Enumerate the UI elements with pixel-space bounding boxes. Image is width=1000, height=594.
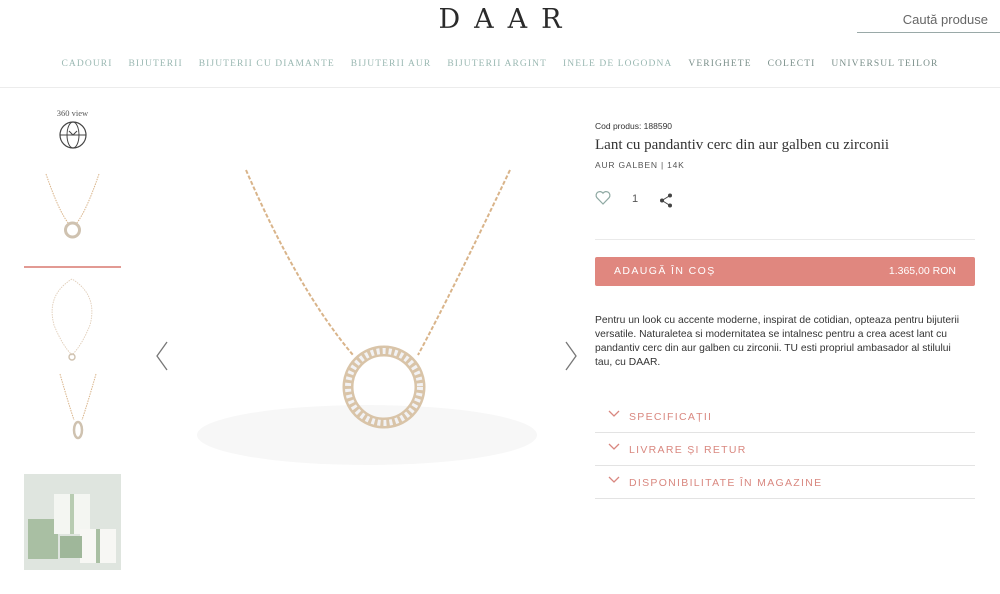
- heart-icon[interactable]: [595, 190, 611, 205]
- view-360-button[interactable]: 360 view: [24, 108, 121, 154]
- accordion-livrare-retur[interactable]: LIVRARE ȘI RETUR: [595, 433, 975, 466]
- accordion-label: SPECIFICAȚII: [629, 411, 713, 423]
- thumbnail-front[interactable]: [24, 172, 121, 268]
- thumbnail-full-chain[interactable]: [24, 275, 121, 371]
- chevron-down-icon: [608, 410, 620, 417]
- nav-item-verighete[interactable]: Verighete: [680, 59, 759, 69]
- necklace-full-image: [51, 278, 93, 361]
- accordion-label: LIVRARE ȘI RETUR: [629, 444, 747, 456]
- nav-item-cadouri[interactable]: Cadouri: [54, 59, 121, 69]
- necklace-front-image: [45, 173, 100, 239]
- product-title: Lant cu pandantiv cerc din aur galben cu…: [595, 137, 890, 153]
- product-actions: 1: [595, 190, 975, 240]
- chevron-down-icon: [608, 476, 620, 483]
- nav-item-inele-logodna[interactable]: Inele de logodna: [555, 59, 680, 69]
- site-header: DAAR Cadouri Bijuterii Bijuterii cu diam…: [0, 0, 1000, 88]
- nav-item-bijuterii-aur[interactable]: Bijuterii aur: [343, 59, 440, 69]
- product-main-image: [197, 169, 537, 465]
- chevron-down-icon: [608, 443, 620, 450]
- search-input[interactable]: [857, 6, 1000, 32]
- accordion-label: DISPONIBILITATE ÎN MAGAZINE: [629, 477, 823, 489]
- wishlist-count: 1: [632, 193, 639, 205]
- nav-item-bijuterii-diamante[interactable]: Bijuterii cu diamante: [191, 59, 343, 69]
- main-nav: Cadouri Bijuterii Bijuterii cu diamante …: [0, 59, 1000, 69]
- accordion-specificatii[interactable]: SPECIFICAȚII: [595, 400, 975, 433]
- nav-item-colecti[interactable]: Colecti: [760, 59, 824, 69]
- thumbnail-gift-box[interactable]: [24, 474, 121, 570]
- next-image-arrow-icon[interactable]: [563, 340, 579, 372]
- daar-logo[interactable]: DAAR: [0, 4, 1000, 35]
- accordion-disponibilitate[interactable]: DISPONIBILITATE ÎN MAGAZINE: [595, 466, 975, 499]
- globe-360-icon: [58, 121, 87, 149]
- product-code: Cod produs: 188590: [595, 121, 673, 131]
- nav-item-bijuterii-argint[interactable]: Bijuterii argint: [439, 59, 555, 69]
- nav-item-universul-teilor[interactable]: Universul teilor: [823, 59, 946, 69]
- product-description: Pentru un look cu accente moderne, inspi…: [595, 315, 960, 368]
- necklace-side-image: [59, 373, 97, 440]
- add-to-cart-label: ADAUGĂ ÎN COȘ: [614, 265, 716, 277]
- product-price: 1.365,00 RON: [888, 265, 956, 277]
- add-to-cart-button[interactable]: ADAUGĂ ÎN COȘ 1.365,00 RON: [595, 257, 975, 286]
- thumbnail-side[interactable]: [24, 372, 121, 468]
- gift-box-image: [24, 474, 121, 570]
- search-box[interactable]: [857, 6, 1000, 33]
- share-icon[interactable]: [659, 193, 673, 208]
- product-material: AUR GALBEN | 14K: [595, 160, 685, 170]
- nav-item-bijuterii[interactable]: Bijuterii: [120, 59, 190, 69]
- view-360-label: 360 view: [56, 108, 89, 118]
- prev-image-arrow-icon[interactable]: [154, 340, 170, 372]
